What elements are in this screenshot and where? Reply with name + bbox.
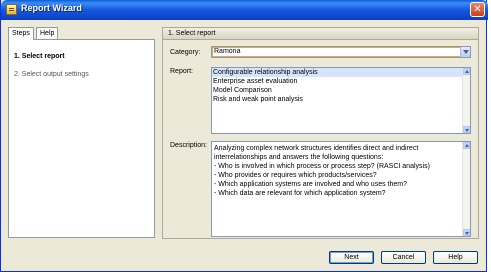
right-panel: 1. Select report Category: Ramona Report… (162, 27, 479, 239)
report-item-model-comparison[interactable]: Model Comparison (212, 86, 462, 95)
description-line: - Who provides or requires which product… (214, 172, 377, 179)
category-label: Category: (170, 49, 201, 56)
step-select-report[interactable]: 1. Select report (14, 53, 65, 60)
title-bar[interactable]: Report Wizard ✕ (1, 0, 488, 20)
wizard-icon (6, 4, 17, 15)
description-line: - Which application systems are involved… (214, 181, 407, 188)
scroll-down-icon[interactable] (463, 126, 470, 133)
scroll-up-icon[interactable] (463, 142, 470, 149)
dropdown-arrow-icon[interactable] (460, 47, 470, 57)
scroll-down-icon[interactable] (463, 229, 470, 236)
left-panel: Steps Help 1. Select report 2. Select ou… (8, 27, 155, 238)
step-select-output-settings[interactable]: 2. Select output settings (14, 71, 89, 78)
next-button[interactable]: Next (329, 251, 374, 264)
window-title: Report Wizard (21, 3, 82, 13)
report-wizard-window: Report Wizard ✕ Steps Help 1. Select rep… (0, 0, 488, 272)
scroll-up-icon[interactable] (463, 68, 470, 75)
cancel-button[interactable]: Cancel (381, 251, 426, 264)
category-dropdown[interactable]: Ramona (211, 46, 471, 58)
close-icon[interactable]: ✕ (470, 2, 485, 17)
report-scrollbar[interactable] (462, 68, 470, 133)
steps-list: 1. Select report 2. Select output settin… (8, 39, 155, 238)
description-line: - Which data are relevant for which appl… (214, 190, 386, 197)
tab-steps[interactable]: Steps (8, 27, 34, 40)
section-title: 1. Select report (163, 28, 478, 40)
description-text[interactable]: Analyzing complex network structures ide… (211, 141, 471, 237)
description-line: - Who is involved in which process or pr… (214, 163, 430, 170)
tab-help[interactable]: Help (36, 27, 59, 39)
report-list[interactable]: Configurable relationship analysis Enter… (211, 67, 471, 134)
report-label: Report: (170, 68, 193, 75)
report-item-risk-and-weak-point-analysis[interactable]: Risk and weak point analysis (212, 95, 462, 104)
description-line: Analyzing complex network structures ide… (214, 145, 419, 152)
report-item-configurable-relationship-analysis[interactable]: Configurable relationship analysis (212, 68, 462, 77)
help-button[interactable]: Help (433, 251, 478, 264)
description-scrollbar[interactable] (462, 142, 470, 236)
description-line: interrelationships and answers the follo… (214, 154, 384, 161)
category-value: Ramona (214, 48, 241, 55)
description-label: Description: (170, 142, 207, 149)
report-item-enterprise-asset-evaluation[interactable]: Enterprise asset evaluation (212, 77, 462, 86)
